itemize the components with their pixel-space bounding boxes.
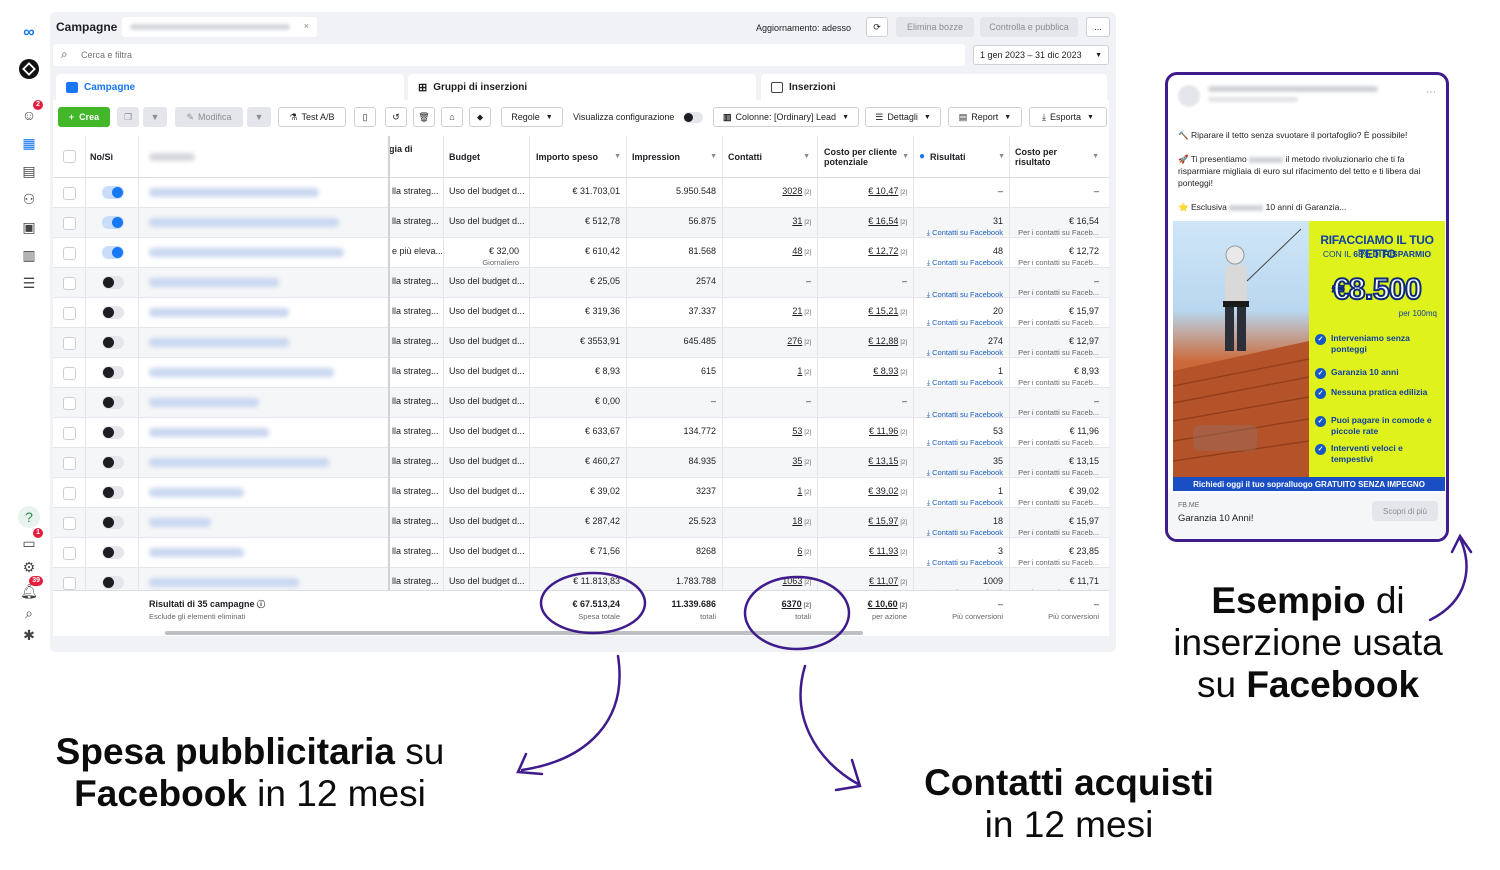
- contacts-arrow-head: [834, 758, 862, 792]
- contacts-arrow: [799, 664, 860, 786]
- contacts-callout: Contatti acquisti in 12 mesi: [924, 762, 1214, 845]
- spend-arrow: [520, 654, 621, 772]
- contacts-total-circle: [743, 575, 851, 651]
- spend-callout: Spesa pubblicitaria su Facebook in 12 me…: [55, 731, 445, 814]
- example-callout: Esempio di inserzione usata su Facebook: [1173, 580, 1443, 705]
- spend-total-circle: [539, 571, 647, 635]
